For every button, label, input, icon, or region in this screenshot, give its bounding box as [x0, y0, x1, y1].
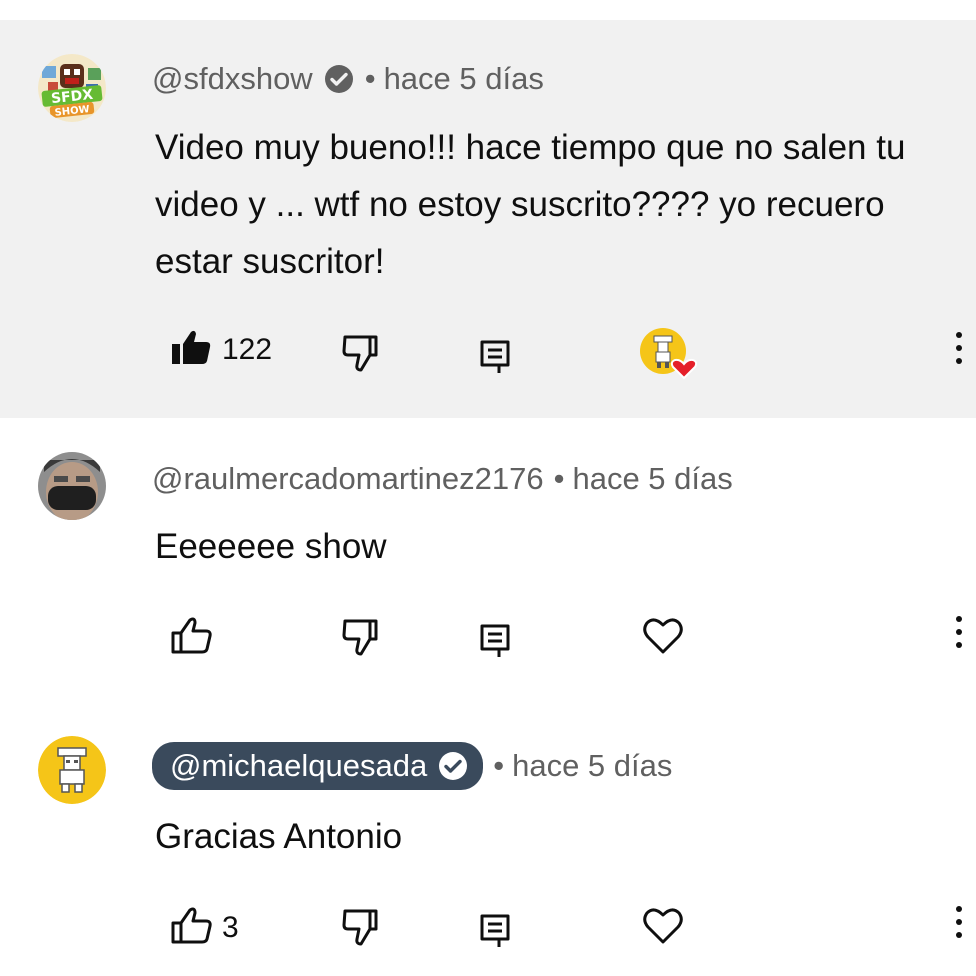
comment-time[interactable]: hace 5 días [384, 61, 544, 97]
comment-text: Gracias Antonio [155, 817, 403, 856]
comment-time[interactable]: hace 5 días [512, 748, 672, 784]
comment-text: Eeeeeee show [155, 527, 387, 566]
comment-header: @sfdxshow • hace 5 días [152, 61, 544, 97]
separator: • [493, 748, 505, 783]
comment-time[interactable]: hace 5 días [572, 461, 732, 497]
more-vert-icon[interactable] [952, 616, 966, 648]
like-button[interactable]: 3 [170, 904, 239, 951]
avatar[interactable]: SFDX SHOW [38, 54, 106, 122]
comment: @raulmercadomartinez2176 • hace 5 días E… [0, 418, 976, 698]
thumbs-down-icon [340, 906, 384, 955]
more-vert-icon[interactable] [952, 906, 966, 938]
reply-icon [478, 912, 512, 955]
comment-header: @raulmercadomartinez2176 • hace 5 días [152, 461, 733, 497]
comment-text: Video muy bueno!!! hace tiempo que no sa… [155, 128, 906, 281]
thumbs-down-icon [340, 332, 384, 381]
heart-icon [642, 906, 684, 951]
user-photo-avatar [38, 452, 106, 520]
thumbs-down-icon [340, 616, 384, 665]
author-handle[interactable]: @sfdxshow [152, 61, 313, 97]
comment-highlighted: SFDX SHOW @sfdxshow • hace 5 días Video … [0, 20, 976, 418]
verified-icon [437, 750, 469, 782]
sfdx-logo-avatar: SFDX SHOW [38, 54, 106, 122]
creator-heart-icon [640, 328, 698, 380]
separator: • [553, 461, 565, 496]
dislike-button[interactable] [340, 616, 384, 665]
thumbs-up-icon [170, 904, 212, 951]
thumbs-up-icon [170, 326, 212, 373]
heart-icon [642, 616, 684, 661]
comment-header: @michaelquesada • hace 5 días [152, 742, 672, 790]
like-count: 3 [222, 910, 239, 944]
comment-creator: @michaelquesada • hace 5 días Gracias An… [0, 698, 976, 976]
reply-button[interactable] [478, 912, 512, 955]
like-count: 122 [222, 332, 273, 366]
like-button[interactable] [170, 614, 212, 661]
separator: • [364, 61, 376, 96]
reply-button[interactable] [478, 622, 512, 665]
author-handle: @michaelquesada [170, 748, 428, 783]
verified-icon [323, 63, 355, 95]
reply-icon [478, 338, 512, 381]
reply-icon [478, 622, 512, 665]
heart-button[interactable] [642, 616, 684, 661]
creator-avatar [38, 736, 106, 804]
avatar[interactable] [38, 452, 106, 520]
thumbs-up-icon [170, 614, 212, 661]
reply-button[interactable] [478, 338, 512, 381]
like-button[interactable]: 122 [170, 326, 272, 373]
creator-handle-pill[interactable]: @michaelquesada [152, 742, 484, 790]
author-handle[interactable]: @raulmercadomartinez2176 [152, 461, 544, 497]
creator-heart-badge [640, 328, 700, 380]
avatar[interactable] [38, 736, 106, 804]
dislike-button[interactable] [340, 906, 384, 955]
more-vert-icon[interactable] [952, 332, 966, 364]
dislike-button[interactable] [340, 332, 384, 381]
heart-button[interactable] [642, 906, 684, 951]
